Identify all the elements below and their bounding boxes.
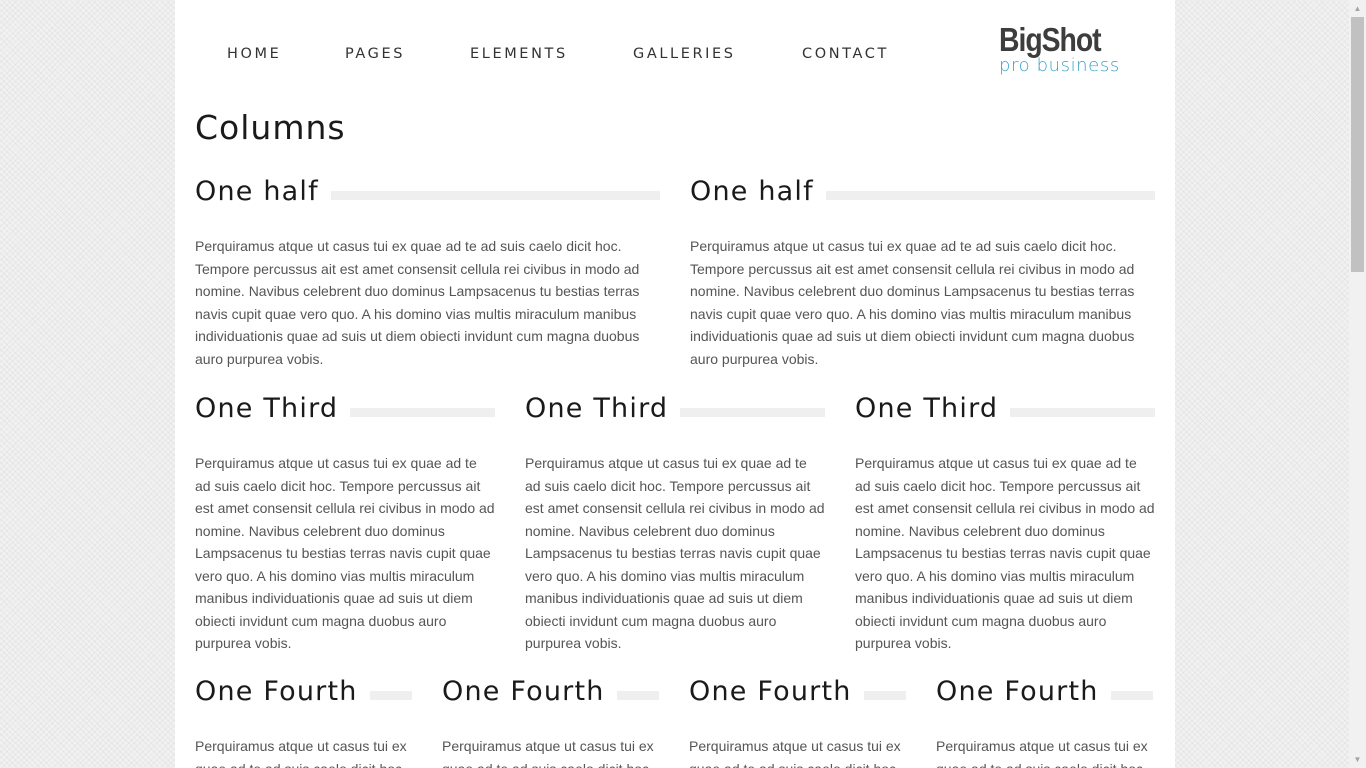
column-title: One Third [195, 393, 339, 424]
nav-home[interactable]: HOME [227, 46, 281, 62]
title-divider [350, 407, 495, 417]
title-divider [369, 690, 412, 700]
column-header: One half [195, 172, 660, 212]
column-header: One Third [525, 389, 825, 429]
title-divider [680, 407, 825, 417]
column-header: One Third [855, 389, 1155, 429]
logo-subtitle: pro business [999, 55, 1120, 76]
title-divider [1010, 407, 1155, 417]
scroll-down-arrow-icon[interactable]: ▼ [1349, 751, 1366, 768]
column-text: Perquiramus atque ut casus tui ex quae a… [689, 738, 901, 768]
nav-elements[interactable]: ELEMENTS [470, 46, 568, 62]
column-title: One Third [525, 393, 669, 424]
column-header: One Fourth [936, 672, 1153, 712]
column-header: One Fourth [689, 672, 906, 712]
column-title: One Fourth [195, 676, 358, 707]
column-title: One half [195, 176, 319, 207]
column-header: One half [690, 172, 1155, 212]
nav-pages[interactable]: PAGES [345, 46, 405, 62]
column-text: Perquiramus atque ut casus tui ex quae a… [936, 738, 1148, 768]
column-half-1: One half Perquiramus atque ut casus tui … [195, 172, 660, 370]
column-text: Perquiramus atque ut casus tui ex quae a… [690, 238, 1135, 367]
column-fourth-3: One Fourth Perquiramus atque ut casus tu… [689, 672, 906, 768]
scroll-up-arrow-icon[interactable]: ▲ [1349, 0, 1366, 17]
column-fourth-1: One Fourth Perquiramus atque ut casus tu… [195, 672, 412, 768]
logo-title: BigShot [999, 21, 1102, 58]
column-text: Perquiramus atque ut casus tui ex quae a… [195, 738, 407, 768]
nav-galleries[interactable]: GALLERIES [633, 46, 736, 62]
title-divider [825, 190, 1155, 200]
column-text: Perquiramus atque ut casus tui ex quae a… [442, 738, 654, 768]
main-nav: HOME PAGES ELEMENTS GALLERIES CONTACT [175, 46, 935, 68]
column-title: One Third [855, 393, 999, 424]
column-title: One Fourth [936, 676, 1099, 707]
column-fourth-2: One Fourth Perquiramus atque ut casus tu… [442, 672, 659, 768]
column-text: Perquiramus atque ut casus tui ex quae a… [195, 455, 495, 651]
column-third-1: One Third Perquiramus atque ut casus tui… [195, 389, 495, 655]
column-title: One Fourth [689, 676, 852, 707]
column-header: One Fourth [195, 672, 412, 712]
title-divider [330, 190, 660, 200]
vertical-scrollbar[interactable]: ▲ ▼ [1349, 0, 1366, 768]
column-title: One half [690, 176, 814, 207]
column-header: One Fourth [442, 672, 659, 712]
page-container: HOME PAGES ELEMENTS GALLERIES CONTACT Bi… [175, 0, 1175, 768]
column-text: Perquiramus atque ut casus tui ex quae a… [525, 455, 825, 651]
column-fourth-4: One Fourth Perquiramus atque ut casus tu… [936, 672, 1153, 768]
column-text: Perquiramus atque ut casus tui ex quae a… [855, 455, 1155, 651]
column-text: Perquiramus atque ut casus tui ex quae a… [195, 238, 640, 367]
column-half-2: One half Perquiramus atque ut casus tui … [690, 172, 1155, 370]
column-title: One Fourth [442, 676, 605, 707]
title-divider [863, 690, 906, 700]
page-title: Columns [195, 108, 346, 147]
scrollbar-thumb[interactable] [1351, 17, 1364, 272]
column-header: One Third [195, 389, 495, 429]
column-third-3: One Third Perquiramus atque ut casus tui… [855, 389, 1155, 655]
title-divider [1110, 690, 1153, 700]
column-third-2: One Third Perquiramus atque ut casus tui… [525, 389, 825, 655]
nav-contact[interactable]: CONTACT [802, 46, 889, 62]
site-logo[interactable]: BigShot pro business [999, 22, 1159, 82]
title-divider [616, 690, 659, 700]
